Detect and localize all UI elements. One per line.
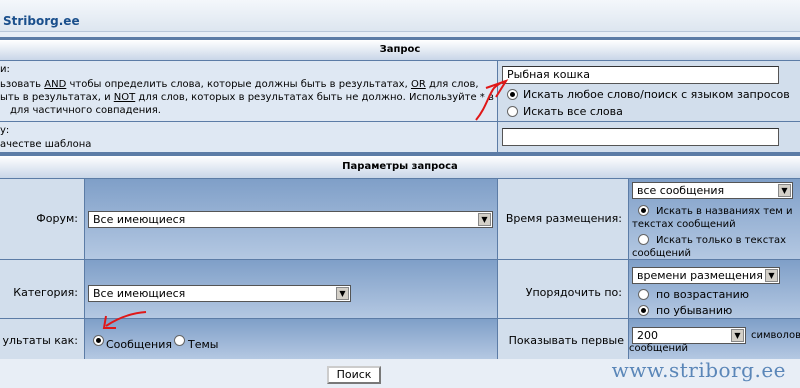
red-arrow-results <box>105 311 147 327</box>
annotation-arrows <box>102 79 509 329</box>
red-arrowhead-keywords <box>485 79 509 98</box>
watermark: www.striborg.ee <box>611 358 786 382</box>
search-submit-button[interactable]: Поиск <box>327 366 381 384</box>
